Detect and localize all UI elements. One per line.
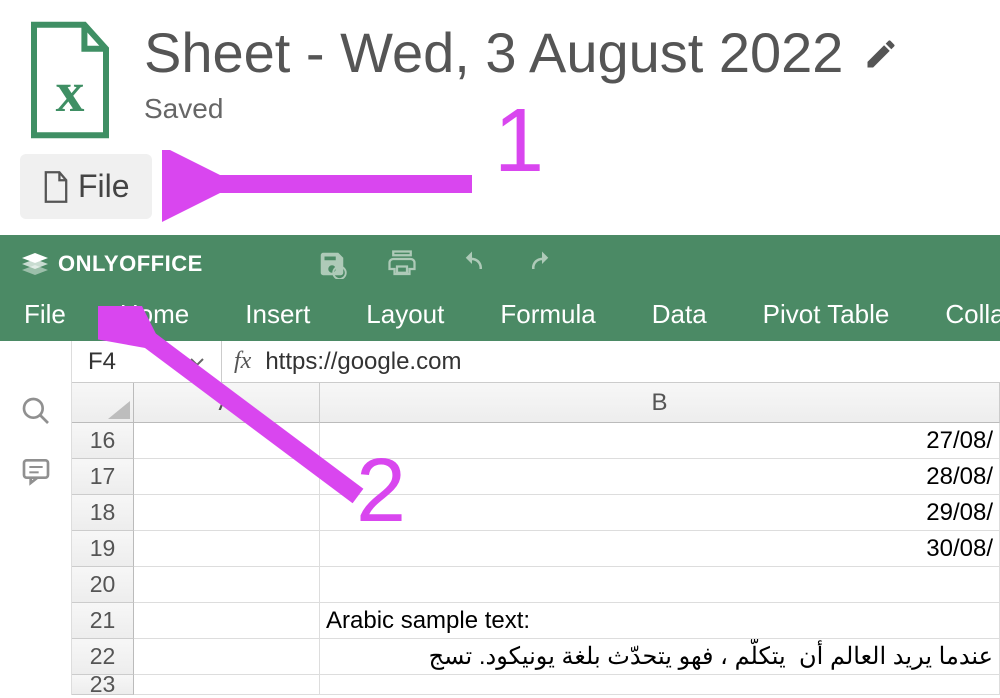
row-header[interactable]: 22 — [72, 639, 134, 675]
column-header-a[interactable]: A — [134, 383, 320, 423]
row-header[interactable]: 19 — [72, 531, 134, 567]
row-header[interactable]: 23 — [72, 675, 134, 695]
row-header[interactable]: 17 — [72, 459, 134, 495]
cell[interactable] — [134, 639, 320, 675]
cell[interactable] — [134, 423, 320, 459]
redo-icon[interactable] — [525, 249, 559, 279]
cell[interactable] — [320, 567, 1000, 603]
undo-icon[interactable] — [455, 249, 489, 279]
row-header[interactable]: 20 — [72, 567, 134, 603]
save-status: Saved — [144, 93, 980, 125]
tab-layout[interactable]: Layout — [338, 299, 472, 330]
cell[interactable]: عندما يريد العالم أن ‪يتكلّم ‬ ، فهو يتح… — [320, 639, 1000, 675]
chevron-down-icon — [189, 357, 205, 367]
tab-home[interactable]: Home — [92, 299, 217, 330]
brand-name: ONLYOFFICE — [58, 251, 203, 277]
cell-reference-box[interactable]: F4 — [72, 341, 222, 382]
cell[interactable] — [134, 603, 320, 639]
row-header[interactable]: 18 — [72, 495, 134, 531]
cell-reference-value: F4 — [88, 348, 116, 376]
cell[interactable] — [320, 675, 1000, 695]
svg-text:x: x — [56, 61, 85, 124]
select-all-corner[interactable] — [72, 383, 134, 423]
row-header[interactable]: 16 — [72, 423, 134, 459]
cell[interactable] — [134, 567, 320, 603]
row-header[interactable]: 21 — [72, 603, 134, 639]
cell[interactable]: 27/08/ — [320, 423, 1000, 459]
save-icon[interactable] — [315, 249, 349, 279]
spreadsheet-doc-icon: x — [20, 20, 120, 140]
file-button[interactable]: File — [20, 154, 152, 219]
formula-input[interactable] — [259, 348, 1000, 376]
fx-label[interactable]: fx — [222, 348, 259, 375]
tab-data[interactable]: Data — [624, 299, 735, 330]
brand-icon — [22, 253, 48, 275]
tab-insert[interactable]: Insert — [217, 299, 338, 330]
edit-title-icon[interactable] — [863, 20, 899, 85]
search-icon[interactable] — [20, 395, 52, 427]
comments-icon[interactable] — [20, 455, 52, 487]
print-icon[interactable] — [385, 249, 419, 279]
tab-collaboration[interactable]: Collaboration — [917, 299, 1000, 330]
tab-formula[interactable]: Formula — [472, 299, 623, 330]
cell[interactable]: Arabic sample text: — [320, 603, 1000, 639]
brand-logo: ONLYOFFICE — [22, 251, 203, 277]
cell[interactable] — [134, 495, 320, 531]
document-title: Sheet - Wed, 3 August 2022 — [144, 20, 843, 85]
file-icon — [42, 170, 70, 204]
cell[interactable] — [134, 675, 320, 695]
column-header-b[interactable]: B — [320, 383, 1000, 423]
cell[interactable]: 29/08/ — [320, 495, 1000, 531]
tab-file[interactable]: File — [18, 299, 92, 330]
tab-pivot-table[interactable]: Pivot Table — [735, 299, 918, 330]
file-button-label: File — [78, 168, 130, 205]
cell[interactable] — [134, 531, 320, 567]
cell[interactable]: 28/08/ — [320, 459, 1000, 495]
cell[interactable] — [134, 459, 320, 495]
cell[interactable]: 30/08/ — [320, 531, 1000, 567]
